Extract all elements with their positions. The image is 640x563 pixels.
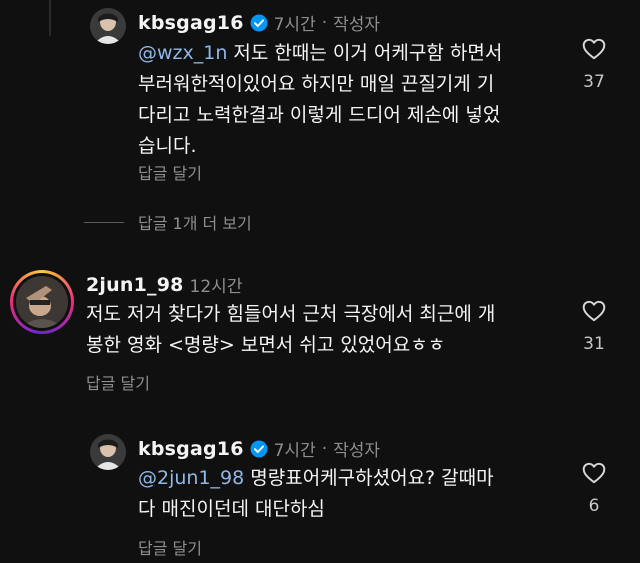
avatar[interactable] [90, 434, 126, 470]
like-button[interactable]: 37 [574, 36, 614, 92]
username[interactable]: kbsgag16 [138, 12, 244, 34]
timestamp: 7시간 [273, 15, 316, 35]
username[interactable]: kbsgag16 [138, 438, 244, 460]
mention-link[interactable]: @wzx_1n [138, 42, 227, 64]
timestamp: 12시간 [189, 277, 243, 297]
view-more-replies[interactable]: 답글 1개 더 보기 [84, 210, 252, 234]
divider [84, 221, 124, 223]
comment-text: 저도 저거 찾다가 힘들어서 근처 극장에서 최근에 개 봉한 영화 <명량> … [86, 303, 496, 356]
heart-outline-icon [582, 462, 606, 484]
verified-badge-icon [250, 440, 268, 458]
view-more-replies-label: 답글 1개 더 보기 [138, 214, 252, 233]
timestamp: 7시간 [273, 441, 316, 461]
heart-outline-icon [582, 38, 606, 60]
avatar-story-ring[interactable] [10, 270, 74, 334]
comment-text: @wzx_1n 저도 한때는 이거 어케구함 하면서 부러워한적이있어요 하지만… [138, 38, 558, 162]
heart-outline-icon [582, 300, 606, 322]
author-tag: 작성자 [333, 15, 381, 35]
like-button[interactable]: 31 [574, 298, 614, 354]
mention-link[interactable]: @2jun1_98 [138, 467, 244, 489]
like-button[interactable]: 6 [574, 460, 614, 516]
reply-button[interactable]: 답글 달기 [86, 370, 150, 394]
author-tag: 작성자 [333, 441, 381, 461]
like-count: 37 [583, 72, 605, 92]
reply-button[interactable]: 답글 달기 [138, 535, 202, 559]
separator: · [321, 12, 328, 33]
avatar [16, 276, 68, 328]
verified-badge-icon [250, 14, 268, 32]
comment-text: @2jun1_98 명량표어케구하셨어요? 갈때마 다 매진이던데 대단하심 [138, 463, 568, 525]
avatar[interactable] [90, 8, 126, 44]
thread-line [49, 0, 51, 36]
username[interactable]: 2jun1_98 [86, 274, 184, 296]
reply-button[interactable]: 답글 달기 [138, 160, 202, 184]
like-count: 6 [588, 496, 600, 516]
like-count: 31 [583, 334, 605, 354]
separator: · [321, 438, 328, 459]
